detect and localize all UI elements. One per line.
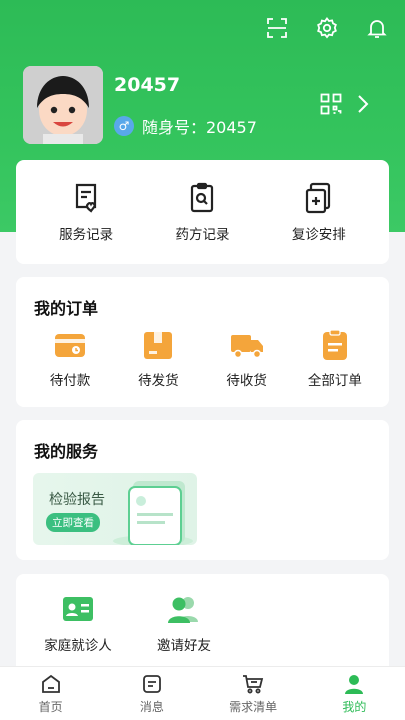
- qrcode-icon: [320, 93, 342, 115]
- truck-icon: [230, 335, 263, 359]
- clipboard-icon: [322, 329, 347, 360]
- order-pending-receipt[interactable]: 待收货: [207, 329, 287, 389]
- prescription-record-button[interactable]: 药方记录: [152, 181, 252, 243]
- user-id-row: ♂ 随身号：20457: [114, 114, 257, 138]
- qrcode-entry[interactable]: [319, 92, 369, 116]
- service-record-button[interactable]: 服务记录: [36, 181, 136, 243]
- service-record-icon: [76, 183, 97, 213]
- tab-demand-list[interactable]: 需求清单: [203, 667, 304, 720]
- quick-actions-card: 服务记录 药方记录 复诊安排: [16, 160, 389, 264]
- scan-icon[interactable]: [263, 14, 291, 42]
- tab-home[interactable]: 首页: [0, 667, 101, 720]
- chevron-right-icon: [358, 95, 369, 113]
- package-icon: [144, 332, 173, 359]
- order-all[interactable]: 全部订单: [295, 329, 375, 389]
- tab-messages[interactable]: 消息: [101, 667, 202, 720]
- my-services-card: 我的服务 检验报告 立即查看: [16, 420, 389, 560]
- revisit-schedule-button[interactable]: 复诊安排: [269, 181, 369, 243]
- report-illustration: [113, 481, 193, 545]
- family-card: 家庭就诊人 邀请好友: [16, 574, 389, 674]
- avatar[interactable]: [23, 66, 103, 144]
- services-title: 我的服务: [34, 442, 99, 461]
- invite-friends-button[interactable]: 邀请好友: [142, 594, 226, 654]
- my-orders-card: 我的订单 待付款 待发货 待收货 全部订单: [16, 277, 389, 407]
- order-pending-shipment[interactable]: 待发货: [118, 329, 198, 389]
- gear-icon[interactable]: [313, 14, 341, 42]
- family-patient-button[interactable]: 家庭就诊人: [36, 594, 120, 654]
- person-icon: [345, 674, 364, 694]
- male-icon: ♂: [114, 116, 134, 136]
- prescription-record-icon: [191, 182, 214, 213]
- revisit-schedule-icon: [305, 182, 330, 214]
- cart-icon: [243, 674, 264, 693]
- lab-report-card[interactable]: 检验报告 立即查看: [33, 473, 197, 545]
- lab-report-title: 检验报告: [49, 492, 105, 508]
- tab-mine[interactable]: 我的: [304, 667, 405, 720]
- id-card-icon: [63, 597, 93, 621]
- tab-bar: 首页 消息 需求清单 我的: [0, 666, 405, 720]
- users-icon: [168, 597, 198, 623]
- view-now-button[interactable]: 立即查看: [46, 513, 100, 532]
- order-pending-payment[interactable]: 待付款: [30, 329, 110, 389]
- home-icon: [41, 674, 60, 693]
- orders-title: 我的订单: [34, 299, 99, 318]
- user-id: 随身号：20457: [142, 118, 257, 137]
- wallet-icon: [55, 334, 86, 357]
- message-icon: [142, 674, 161, 693]
- username: 20457: [114, 74, 181, 96]
- bell-icon[interactable]: [363, 14, 391, 42]
- header-actions: [263, 14, 391, 42]
